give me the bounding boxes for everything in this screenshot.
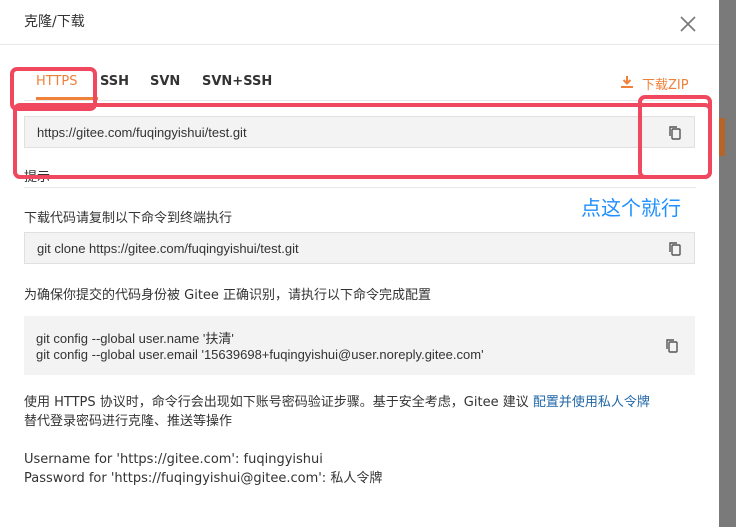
copy-clone-icon[interactable] <box>668 241 682 257</box>
clone-command-box[interactable]: git clone https://gitee.com/fuqingyishui… <box>24 232 695 264</box>
divider <box>24 187 696 188</box>
download-zip-button[interactable]: 下载ZIP <box>620 74 689 93</box>
dialog-title: 克隆/下载 <box>24 14 85 30</box>
personal-token-link[interactable]: 配置并使用私人令牌 <box>533 395 650 410</box>
annotation-box-copy <box>638 95 712 179</box>
download-instruction: 下载代码请复制以下命令到终端执行 <box>24 211 233 226</box>
https-notice-text-end: 替代登录密码进行克隆、推送等操作 <box>24 414 233 429</box>
dialog-header: 克隆/下载 <box>0 0 719 45</box>
clone-download-dialog: 克隆/下载 HTTPS SSH SVN SVN+SSH 下载ZIP https:… <box>0 0 719 527</box>
download-icon <box>620 75 634 93</box>
config-commands-box[interactable]: git config --global user.name '扶清' git c… <box>24 316 695 375</box>
copy-config-icon[interactable] <box>665 338 679 354</box>
background-accent <box>719 118 725 156</box>
clone-command-text: git clone https://gitee.com/fuqingyishui… <box>37 241 299 256</box>
https-notice: 使用 HTTPS 协议时，命令行会出现如下账号密码验证步骤。基于安全考虑，Git… <box>24 393 696 431</box>
protocol-tabs: HTTPS SSH SVN SVN+SSH <box>24 66 696 101</box>
close-icon[interactable] <box>678 14 698 34</box>
credentials-example: Username for 'https://gitee.com': fuqing… <box>24 450 696 488</box>
username-example: Username for 'https://gitee.com': fuqing… <box>24 452 323 467</box>
config-command-name: git config --global user.name '扶清' <box>36 331 234 346</box>
https-notice-text: 使用 HTTPS 协议时，命令行会出现如下账号密码验证步骤。基于安全考虑，Git… <box>24 395 533 410</box>
background-overlay <box>719 0 736 527</box>
config-command-email: git config --global user.email '15639698… <box>36 347 484 362</box>
tab-svn-ssh[interactable]: SVN+SSH <box>202 74 272 89</box>
tab-svn[interactable]: SVN <box>150 74 180 89</box>
annotation-text: 点这个就行 <box>581 196 681 220</box>
password-example: Password for 'https://fuqingyishui@gitee… <box>24 471 383 486</box>
config-instruction: 为确保你提交的代码身份被 Gitee 正确识别，请执行以下命令完成配置 <box>24 288 432 303</box>
tab-ssh[interactable]: SSH <box>100 74 129 89</box>
download-zip-label: 下载ZIP <box>642 78 689 93</box>
annotation-box-url <box>13 103 712 179</box>
